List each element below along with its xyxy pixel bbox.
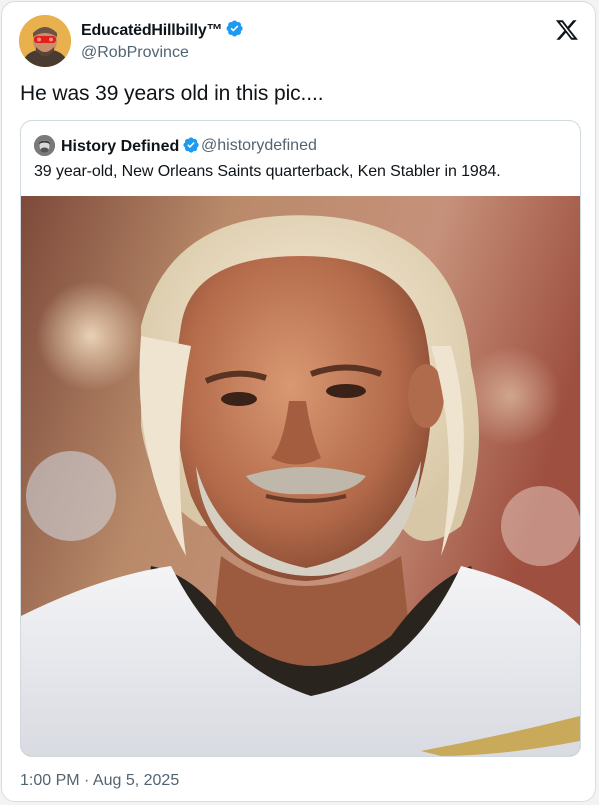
quoted-tweet[interactable]: History Defined @historydefined 39 year-… [20,120,581,757]
quoted-author-name[interactable]: History Defined [61,138,179,155]
quoted-tweet-text: 39 year-old, New Orleans Saints quarterb… [34,163,501,180]
quoted-author-name-row[interactable]: History Defined [61,136,200,159]
tweet-timestamp[interactable]: 1:00 PM · Aug 5, 2025 [20,772,179,790]
verified-badge-icon [182,136,200,159]
author-name-row[interactable]: EducatëdHillbilly™ [81,19,244,43]
x-logo-icon[interactable] [555,18,579,42]
verified-badge-icon [225,19,244,43]
tweet-text: He was 39 years old in this pic.... [20,82,324,105]
author-avatar[interactable] [19,15,71,67]
quoted-tweet-photo[interactable] [21,196,580,756]
quoted-author-avatar[interactable] [34,135,55,156]
quoted-author-handle[interactable]: @historydefined [201,137,317,155]
author-handle[interactable]: @RobProvince [81,44,189,62]
author-name[interactable]: EducatëdHillbilly™ [81,22,223,39]
tweet-card: EducatëdHillbilly™ @RobProvince He was 3… [1,1,596,802]
